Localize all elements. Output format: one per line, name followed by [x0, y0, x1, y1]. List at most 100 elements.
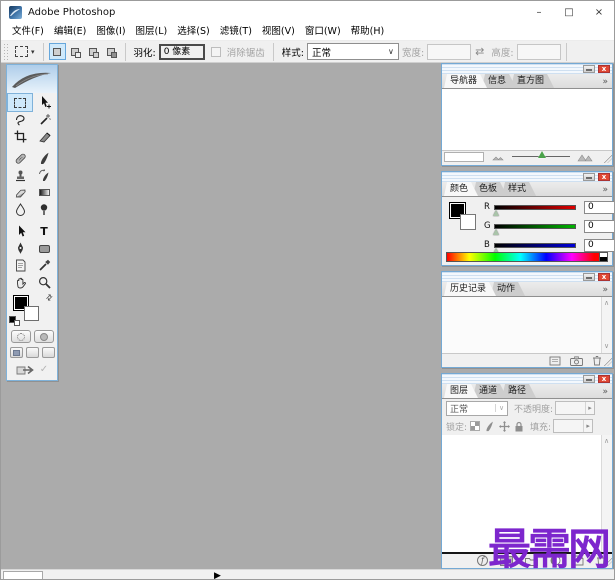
path-selection-tool[interactable] — [8, 223, 32, 240]
history-scrollbar[interactable]: ∧ ∨ — [601, 297, 612, 353]
new-document-from-state-icon[interactable] — [549, 356, 561, 366]
spectrum-bw-end[interactable] — [599, 253, 607, 261]
menu-layer[interactable]: 图层(L) — [131, 24, 173, 40]
green-value-input[interactable]: 0 — [584, 219, 614, 233]
lock-position-icon[interactable] — [499, 420, 511, 432]
new-snapshot-icon[interactable] — [570, 355, 583, 366]
zoom-in-icon[interactable] — [577, 152, 593, 162]
tab-histogram[interactable]: 直方图 — [511, 74, 554, 88]
shape-tool[interactable] — [32, 240, 56, 257]
tab-navigator[interactable]: 导航器 — [444, 74, 487, 88]
slider-thumb[interactable] — [493, 209, 499, 216]
feather-input[interactable]: 0 像素 — [158, 43, 205, 60]
layers-panel-header[interactable]: x — [442, 374, 612, 384]
magic-wand-tool[interactable] — [32, 111, 56, 128]
add-to-selection-button[interactable] — [67, 43, 84, 60]
menu-window[interactable]: 窗口(W) — [300, 24, 346, 40]
tab-channels[interactable]: 通道 — [473, 384, 507, 398]
color-panel-header[interactable]: x — [442, 172, 612, 182]
minimize-panel-icon[interactable] — [583, 375, 595, 383]
panel-resize-grip[interactable] — [604, 358, 612, 366]
scroll-down-icon[interactable]: ∨ — [602, 342, 611, 351]
history-brush-tool[interactable] — [32, 167, 56, 184]
rectangular-marquee-tool[interactable] — [7, 93, 33, 112]
close-panel-icon[interactable]: x — [598, 273, 610, 281]
zoom-out-icon[interactable] — [492, 153, 504, 161]
menu-select[interactable]: 选择(S) — [172, 24, 214, 40]
color-spectrum-bar[interactable] — [446, 252, 608, 262]
delete-trash-icon[interactable] — [592, 355, 602, 366]
brush-tool[interactable] — [32, 150, 56, 167]
menu-view[interactable]: 视图(V) — [257, 24, 300, 40]
default-colors-icon[interactable] — [9, 316, 20, 326]
fullscreen-mode-button[interactable] — [41, 347, 55, 358]
gradient-tool[interactable] — [32, 184, 56, 201]
standard-mode-button[interactable] — [10, 330, 31, 343]
tool-preset-picker[interactable]: ▾ — [12, 44, 38, 59]
panel-resize-grip[interactable] — [604, 155, 612, 163]
swap-dimensions-icon[interactable]: ⇄ — [475, 45, 484, 58]
width-input[interactable] — [427, 43, 472, 60]
quick-mask-mode-button[interactable] — [33, 330, 54, 343]
eraser-tool[interactable] — [8, 184, 32, 201]
background-color-swatch[interactable] — [24, 306, 39, 321]
options-grip[interactable] — [3, 42, 8, 61]
minimize-panel-icon[interactable] — [583, 65, 595, 73]
menu-edit[interactable]: 编辑(E) — [49, 24, 91, 40]
blend-mode-dropdown[interactable]: 正常 ∨ — [446, 400, 508, 416]
status-menu-arrow-icon[interactable]: ▶ — [214, 570, 221, 579]
navigator-zoom-input[interactable] — [444, 152, 484, 162]
clone-stamp-tool[interactable] — [8, 167, 32, 184]
menu-filter[interactable]: 滤镜(T) — [215, 24, 257, 40]
panel-menu-icon[interactable]: » — [602, 185, 608, 195]
opacity-input[interactable]: ▸ — [555, 401, 596, 415]
panel-menu-icon[interactable]: » — [602, 387, 608, 397]
swap-colors-icon[interactable]: ⇄ — [44, 292, 55, 303]
close-panel-icon[interactable]: x — [598, 173, 610, 181]
history-panel-header[interactable]: x — [442, 272, 612, 282]
scroll-up-icon[interactable]: ∧ — [602, 437, 611, 446]
maximize-button[interactable]: □ — [554, 1, 584, 23]
notes-tool[interactable] — [8, 257, 32, 274]
fill-input[interactable]: ▸ — [553, 419, 594, 433]
red-value-input[interactable]: 0 — [584, 200, 614, 214]
slider-thumb[interactable] — [538, 151, 546, 158]
eyedropper-tool[interactable] — [32, 257, 56, 274]
scroll-up-icon[interactable]: ∧ — [602, 299, 611, 308]
minimize-button[interactable]: – — [524, 1, 554, 23]
hand-tool[interactable] — [8, 274, 32, 291]
standard-screen-mode-button[interactable] — [9, 347, 23, 358]
tab-paths[interactable]: 路径 — [502, 384, 536, 398]
edit-in-imageready-icon[interactable] — [16, 363, 36, 376]
tab-swatches[interactable]: 色板 — [473, 182, 507, 196]
blue-value-input[interactable]: 0 — [584, 238, 614, 252]
crop-tool[interactable] — [8, 128, 32, 145]
pen-tool[interactable] — [8, 240, 32, 257]
close-panel-icon[interactable]: x — [598, 375, 610, 383]
lock-pixels-brush-icon[interactable] — [484, 421, 495, 432]
close-button[interactable]: × — [584, 1, 614, 23]
close-panel-icon[interactable]: x — [598, 65, 610, 73]
tab-layers[interactable]: 图层 — [444, 384, 478, 398]
type-tool[interactable]: T — [32, 223, 56, 240]
navigator-panel-header[interactable]: x — [442, 64, 612, 74]
panel-menu-icon[interactable]: » — [602, 77, 608, 87]
intersect-selection-button[interactable] — [103, 43, 120, 60]
move-tool[interactable] — [32, 94, 56, 111]
zoom-tool[interactable] — [32, 274, 56, 291]
height-input[interactable] — [516, 43, 561, 60]
background-color-swatch[interactable] — [460, 214, 476, 230]
minimize-panel-icon[interactable] — [583, 173, 595, 181]
green-slider[interactable] — [493, 223, 576, 235]
layer-style-icon[interactable]: f — [477, 555, 488, 566]
new-selection-button[interactable] — [48, 43, 66, 60]
panel-menu-icon[interactable]: » — [602, 285, 608, 295]
lock-transparency-icon[interactable] — [470, 421, 481, 431]
menu-help[interactable]: 帮助(H) — [346, 24, 390, 40]
menu-image[interactable]: 图像(I) — [91, 24, 130, 40]
fullscreen-menubar-mode-button[interactable] — [25, 347, 39, 358]
blur-tool[interactable] — [8, 201, 32, 218]
tab-history[interactable]: 历史记录 — [444, 282, 496, 296]
lock-all-icon[interactable] — [514, 421, 524, 432]
field-arrow-icon[interactable]: ▸ — [583, 420, 592, 432]
